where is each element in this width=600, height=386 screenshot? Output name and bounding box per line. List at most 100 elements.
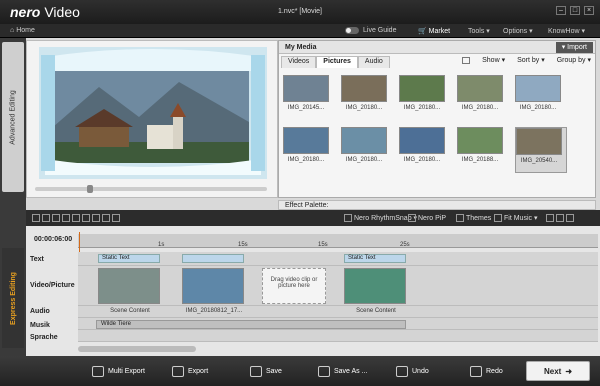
redo-button[interactable]: Redo bbox=[470, 363, 503, 379]
ruler-tick: 1s bbox=[158, 242, 165, 248]
toggle-icon bbox=[345, 27, 359, 34]
themes-icon bbox=[456, 214, 464, 222]
app-window: nero Video 1.nvc* [Movie] – □ × ⌂ Home Li… bbox=[0, 0, 600, 386]
delete-icon[interactable] bbox=[566, 214, 574, 222]
stop-icon[interactable] bbox=[62, 214, 70, 222]
scrubber-handle[interactable] bbox=[87, 185, 93, 193]
track-label-video: Video/Picture bbox=[30, 282, 75, 289]
previous-icon[interactable] bbox=[72, 214, 80, 222]
express-editing-label: Express Editing bbox=[9, 271, 17, 325]
product-name: Video bbox=[44, 4, 80, 20]
save-as-button[interactable]: Save As ... bbox=[318, 363, 367, 379]
close-icon[interactable]: × bbox=[584, 6, 594, 15]
redo-label: Redo bbox=[486, 367, 503, 375]
track-label-audio: Audio bbox=[30, 308, 50, 315]
bottom-bar: Multi Export Export Save Save As ... Und… bbox=[0, 356, 600, 386]
save-button[interactable]: Save bbox=[250, 363, 282, 379]
group-dropdown[interactable]: Group by ▾ bbox=[557, 56, 591, 64]
tab-express-editing[interactable]: Express Editing bbox=[2, 248, 24, 348]
media-thumbnail[interactable]: IMG_20180... bbox=[399, 75, 451, 121]
pip-label: Nero PiP bbox=[418, 214, 447, 222]
microphone-icon[interactable] bbox=[546, 214, 554, 222]
thumbnail-label: IMG_20180... bbox=[403, 105, 441, 111]
media-title: My Media bbox=[285, 44, 317, 51]
forward-icon[interactable] bbox=[102, 214, 110, 222]
market-label: Market bbox=[428, 28, 451, 35]
thumbnail-label: IMG_20180... bbox=[403, 157, 441, 163]
window-title: 1.nvc* [Movie] bbox=[278, 8, 322, 15]
text-clip-empty[interactable] bbox=[182, 254, 244, 263]
fit-music-label: Fit Music ▾ bbox=[504, 215, 538, 222]
minimize-icon[interactable]: – bbox=[556, 6, 566, 15]
nero-logo: nero Video bbox=[10, 4, 80, 20]
drop-zone[interactable]: Drag video clip or picture here bbox=[262, 268, 326, 304]
video-clip[interactable] bbox=[98, 268, 160, 304]
maximize-icon[interactable]: □ bbox=[570, 6, 580, 15]
time-ruler[interactable]: 1s 15s 15s 25s bbox=[78, 234, 598, 248]
effect-palette-bar[interactable]: Effect Palette: bbox=[278, 200, 596, 210]
track-label-music: Musik bbox=[30, 322, 50, 329]
tools-menu[interactable]: Tools ▾ bbox=[468, 27, 490, 35]
media-thumbnail[interactable]: IMG_20180... bbox=[283, 127, 335, 173]
timeline-panel: 00:00:06:00 1s 15s 15s 25s Text Video/Pi… bbox=[26, 226, 600, 360]
media-thumbnail[interactable]: IMG_20145... bbox=[283, 75, 335, 121]
import-label: Import bbox=[567, 44, 587, 51]
grid-view-icon[interactable] bbox=[462, 56, 471, 64]
text-clip[interactable]: Static Text bbox=[98, 254, 160, 263]
clip-label: IMG_20180812_17... bbox=[185, 308, 243, 314]
tab-audio[interactable]: Audio bbox=[357, 56, 390, 68]
layout-icon[interactable] bbox=[42, 214, 50, 222]
knowhow-menu[interactable]: KnowHow ▾ bbox=[548, 27, 585, 35]
next-icon[interactable] bbox=[112, 214, 120, 222]
timeline-scrollbar[interactable] bbox=[78, 346, 196, 352]
ruler-tick: 15s bbox=[238, 242, 248, 248]
media-thumbnail[interactable]: IMG_20180... bbox=[341, 75, 393, 121]
media-thumbnail[interactable]: IMG_20180... bbox=[457, 75, 509, 121]
speech-lane[interactable] bbox=[78, 330, 598, 342]
undo-button[interactable]: Undo bbox=[396, 363, 429, 379]
media-thumbnail[interactable]: IMG_20180... bbox=[515, 75, 567, 121]
import-button[interactable]: ▾ Import bbox=[555, 42, 593, 53]
rhythm-snap-button[interactable]: Nero RhythmSnap ▾ bbox=[344, 213, 417, 223]
show-dropdown[interactable]: Show ▾ bbox=[482, 56, 505, 64]
tab-videos[interactable]: Videos bbox=[281, 56, 317, 68]
text-clip[interactable]: Static Text bbox=[344, 254, 406, 263]
next-button[interactable]: Next ➜ bbox=[526, 361, 590, 381]
live-guide-toggle[interactable]: Live Guide bbox=[345, 27, 396, 34]
media-thumbnail[interactable]: IMG_20180... bbox=[399, 127, 451, 173]
ruler-tick: 25s bbox=[400, 242, 410, 248]
thumbnail-image bbox=[515, 75, 561, 102]
themes-button[interactable]: Themes bbox=[456, 213, 491, 223]
multi-export-label: Multi Export bbox=[108, 367, 145, 375]
sort-dropdown[interactable]: Sort by ▾ bbox=[517, 56, 545, 64]
video-clip[interactable] bbox=[344, 268, 406, 304]
media-thumbnail[interactable]: IMG_20180... bbox=[341, 127, 393, 173]
home-menu[interactable]: ⌂ Home bbox=[10, 27, 35, 34]
export-button[interactable]: Export bbox=[172, 363, 208, 379]
pip-button[interactable]: Nero PiP bbox=[408, 213, 446, 223]
timecode: 00:00:06:00 bbox=[34, 236, 73, 243]
tab-advanced-editing[interactable]: Advanced Editing bbox=[2, 42, 24, 192]
home-label: Home bbox=[16, 27, 35, 34]
fit-music-button[interactable]: Fit Music ▾ bbox=[494, 213, 537, 223]
market-menu[interactable]: 🛒 Market bbox=[418, 27, 450, 35]
multi-export-button[interactable]: Multi Export bbox=[92, 363, 145, 379]
thumbnail-label: IMG_20540... bbox=[520, 158, 558, 164]
snapshot-icon[interactable] bbox=[32, 214, 40, 222]
media-thumbnail[interactable]: IMG_20188... bbox=[457, 127, 509, 173]
themes-label: Themes bbox=[466, 214, 492, 222]
preview-scrubber[interactable] bbox=[35, 185, 267, 193]
thumbnail-image bbox=[399, 127, 445, 154]
pause-icon[interactable] bbox=[92, 214, 100, 222]
camera-icon[interactable] bbox=[52, 214, 60, 222]
options-menu[interactable]: Options ▾ bbox=[503, 27, 533, 35]
music-clip[interactable]: Wilde Tiere bbox=[96, 320, 406, 329]
save-label: Save bbox=[266, 367, 282, 375]
tab-pictures[interactable]: Pictures bbox=[316, 56, 358, 68]
rewind-icon[interactable] bbox=[82, 214, 90, 222]
video-clip[interactable] bbox=[182, 268, 244, 304]
arrow-right-icon: ➜ bbox=[565, 366, 573, 376]
media-thumbnail[interactable]: IMG_20540... bbox=[515, 127, 567, 173]
thumbnail-image bbox=[283, 127, 329, 154]
clock-icon[interactable] bbox=[556, 214, 564, 222]
